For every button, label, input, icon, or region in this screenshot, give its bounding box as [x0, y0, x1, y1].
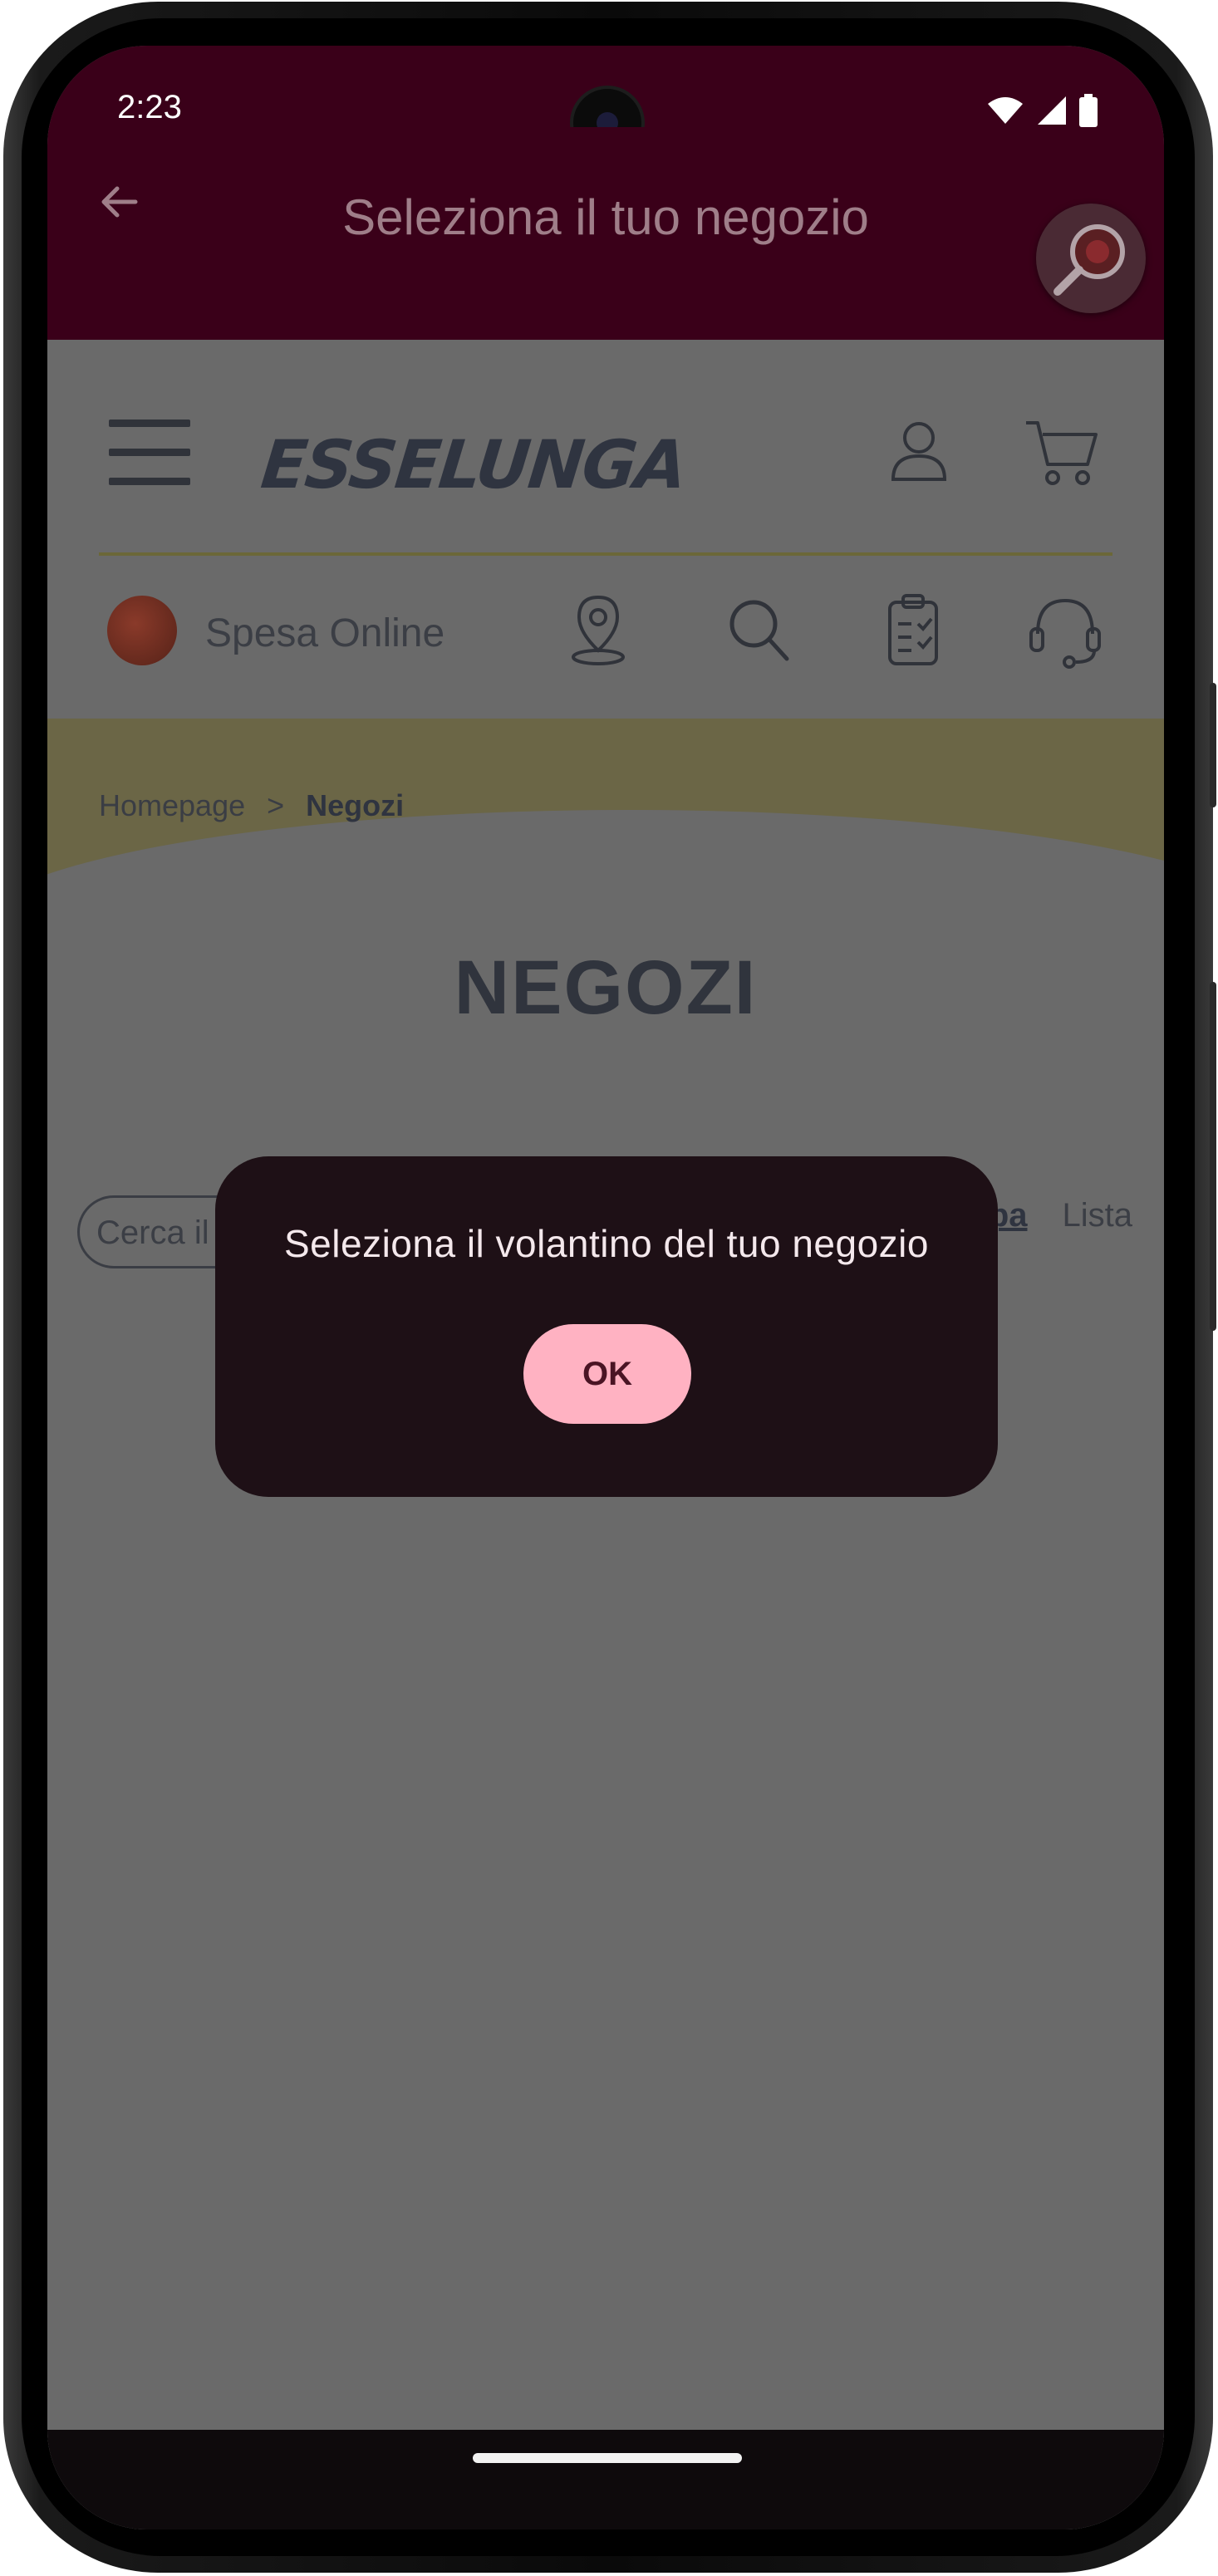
- lens-button[interactable]: [1036, 204, 1146, 313]
- power-button: [1210, 982, 1216, 1331]
- battery-icon: [1079, 94, 1098, 127]
- store-locator-icon[interactable]: [567, 592, 629, 665]
- ok-button[interactable]: OK: [523, 1324, 691, 1424]
- cart-icon[interactable]: [1024, 418, 1099, 488]
- search-placeholder: Cerca il: [96, 1214, 209, 1251]
- home-gesture-handle[interactable]: [473, 2453, 742, 2463]
- volume-button: [1210, 683, 1216, 807]
- page-title: NEGOZI: [454, 945, 758, 1030]
- esselunga-logo[interactable]: ESSELUNGA: [258, 426, 690, 503]
- wifi-icon: [988, 97, 1023, 124]
- status-icons: [986, 94, 1098, 127]
- search-icon[interactable]: [725, 592, 792, 664]
- list-view-link[interactable]: Lista: [1063, 1197, 1133, 1234]
- user-icon[interactable]: [890, 420, 948, 483]
- breadcrumb-current: Negozi: [306, 788, 405, 822]
- navigation-bar: [47, 2430, 1164, 2529]
- store-dialog: Seleziona il volantino del tuo negozio O…: [215, 1156, 998, 1497]
- screen: 2:23 Seleziona il tuo negozio ESSELUNGA: [47, 46, 1164, 2529]
- apple-icon: [107, 596, 177, 665]
- menu-icon[interactable]: [109, 420, 190, 507]
- clipboard-icon[interactable]: [886, 592, 940, 667]
- spesa-online-link[interactable]: Spesa Online: [205, 611, 444, 656]
- magnifier-icon: [1053, 224, 1125, 296]
- breadcrumb-separator: >: [267, 788, 285, 822]
- header-divider: [99, 552, 1112, 556]
- breadcrumb-home[interactable]: Homepage: [99, 788, 245, 822]
- status-time: 2:23: [117, 89, 182, 125]
- app-bar-title: Seleziona il tuo negozio: [342, 189, 869, 245]
- dialog-message: Seleziona il volantino del tuo negozio: [284, 1222, 929, 1265]
- signal-icon: [1038, 96, 1066, 125]
- breadcrumb: Homepage > Negozi: [99, 788, 404, 823]
- headset-icon[interactable]: [1028, 592, 1103, 669]
